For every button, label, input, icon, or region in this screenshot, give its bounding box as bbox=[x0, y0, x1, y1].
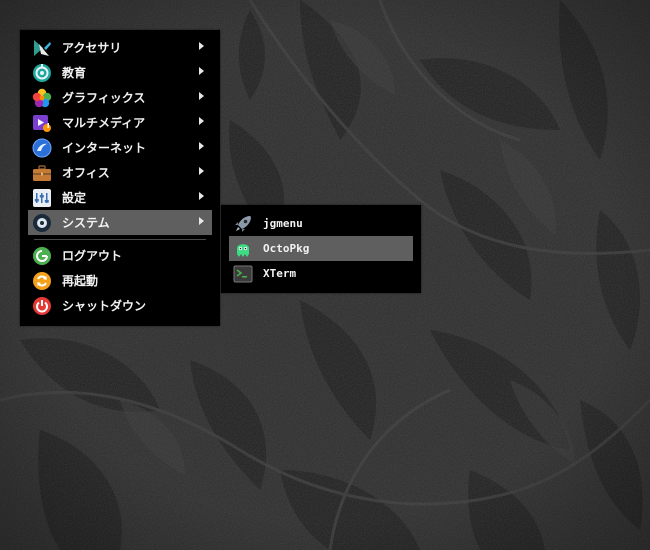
menu-item-label: アクセサリ bbox=[62, 41, 122, 55]
submenu-arrow-icon bbox=[199, 167, 204, 175]
menu-item-internet[interactable]: インターネット bbox=[28, 135, 212, 160]
submenu-arrow-icon bbox=[199, 117, 204, 125]
menu-item-label: ログアウト bbox=[62, 249, 123, 263]
submenu-item-jgmenu[interactable]: jgmenu bbox=[229, 211, 413, 236]
menu-item-accessories[interactable]: アクセサリ bbox=[28, 35, 212, 60]
office-icon bbox=[32, 163, 52, 183]
submenu-arrow-icon bbox=[199, 92, 204, 100]
menu-separator bbox=[34, 239, 206, 240]
submenu-arrow-icon bbox=[199, 217, 204, 225]
menu-item-education[interactable]: 教育 bbox=[28, 60, 212, 85]
menu-item-system[interactable]: システム bbox=[28, 210, 212, 235]
menu-item-multimedia[interactable]: マルチメディア bbox=[28, 110, 212, 135]
menu-item-label: XTerm bbox=[263, 267, 297, 280]
graphics-icon bbox=[32, 88, 52, 108]
menu-item-shutdown[interactable]: シャットダウン bbox=[28, 293, 212, 318]
education-icon bbox=[32, 63, 52, 83]
reboot-icon bbox=[32, 271, 52, 291]
menu-item-graphics[interactable]: グラフィックス bbox=[28, 85, 212, 110]
menu-item-label: インターネット bbox=[62, 141, 147, 155]
menu-item-label: グラフィックス bbox=[62, 91, 146, 105]
terminal-icon bbox=[233, 264, 253, 284]
menu-item-label: 教育 bbox=[62, 66, 87, 80]
menu-item-office[interactable]: オフィス bbox=[28, 160, 212, 185]
logout-icon bbox=[32, 246, 52, 266]
submenu-item-xterm[interactable]: XTerm bbox=[229, 261, 413, 286]
submenu-item-octopkg[interactable]: OctoPkg bbox=[229, 236, 413, 261]
submenu-arrow-icon bbox=[199, 67, 204, 75]
menu-item-reboot[interactable]: 再起動 bbox=[28, 268, 212, 293]
octopkg-icon bbox=[233, 239, 253, 259]
rocket-icon bbox=[233, 214, 253, 234]
menu-item-label: システム bbox=[62, 216, 110, 230]
accessories-icon bbox=[32, 38, 52, 58]
submenu-arrow-icon bbox=[199, 192, 204, 200]
submenu-arrow-icon bbox=[199, 142, 204, 150]
system-submenu: jgmenu OctoPkg XTerm bbox=[221, 205, 421, 293]
menu-item-label: jgmenu bbox=[263, 217, 303, 230]
menu-item-logout[interactable]: ログアウト bbox=[28, 243, 212, 268]
submenu-arrow-icon bbox=[199, 42, 204, 50]
multimedia-icon bbox=[32, 113, 52, 133]
menu-item-label: 設定 bbox=[62, 191, 87, 205]
menu-item-label: 再起動 bbox=[62, 274, 99, 288]
menu-item-label: OctoPkg bbox=[263, 242, 310, 255]
menu-item-settings[interactable]: 設定 bbox=[28, 185, 212, 210]
system-icon bbox=[32, 213, 52, 233]
menu-item-label: マルチメディア bbox=[62, 116, 146, 130]
menu-item-label: オフィス bbox=[62, 166, 110, 180]
internet-icon bbox=[32, 138, 52, 158]
menu-item-label: シャットダウン bbox=[62, 299, 147, 313]
shutdown-icon bbox=[32, 296, 52, 316]
settings-icon bbox=[32, 188, 52, 208]
main-menu: アクセサリ 教育 グラフィックス マルチメディア インターネット オフィス 設定… bbox=[20, 30, 220, 326]
